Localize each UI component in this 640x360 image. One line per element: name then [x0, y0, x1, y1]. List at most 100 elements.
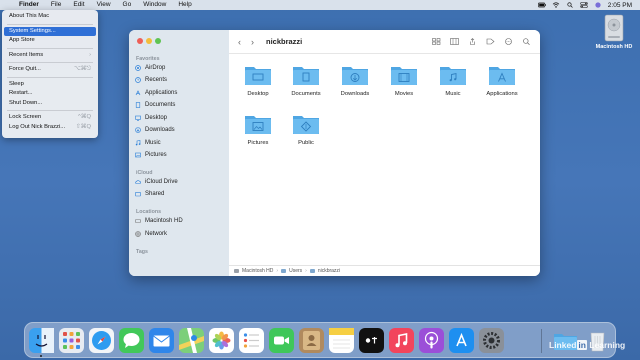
dock-facetime[interactable] — [269, 328, 294, 353]
desktop-macintosh-hd[interactable]: Macintosh HD — [595, 14, 633, 56]
sidebar-item-applications[interactable]: Applications — [135, 88, 177, 98]
icon-view-icon[interactable] — [432, 38, 441, 45]
folder-public[interactable]: Public — [284, 113, 328, 146]
group-by-icon[interactable] — [450, 38, 459, 45]
sidebar-item-airdrop[interactable]: AirDrop — [135, 63, 165, 73]
sidebar-item-pictures[interactable]: Pictures — [135, 150, 167, 160]
sidebar-item-icloud-drive[interactable]: iCloud Drive — [135, 177, 178, 187]
linkedin-learning-watermark: Linked in Learning — [549, 340, 626, 350]
sidebar-item-downloads[interactable]: Downloads — [135, 125, 175, 135]
wifi-icon[interactable] — [552, 2, 560, 8]
dock-launchpad[interactable] — [59, 328, 84, 353]
sidebar-item-recents[interactable]: Recents — [135, 75, 167, 85]
share-icon[interactable] — [468, 38, 477, 45]
menu-lock-screen[interactable]: Lock Screen ^⌘Q — [4, 113, 96, 123]
search-icon[interactable] — [566, 2, 574, 8]
menu-shut-down[interactable]: Shut Down... — [4, 99, 96, 109]
path-users[interactable]: Users — [289, 268, 302, 274]
facetime-icon — [269, 328, 294, 353]
clock-icon — [135, 77, 141, 83]
more-actions-icon[interactable] — [504, 38, 513, 45]
path-macintosh-hd[interactable]: Macintosh HD — [242, 268, 273, 274]
menu-window[interactable]: Window — [137, 0, 172, 10]
dock-maps[interactable] — [179, 328, 204, 353]
menu-bar: Finder File Edit View Go Window Help 2:0… — [0, 0, 640, 10]
dock-system-settings[interactable] — [479, 328, 504, 353]
folder-pictures[interactable]: Pictures — [236, 113, 280, 146]
reminders-icon — [239, 328, 264, 353]
sidebar-item-network[interactable]: Network — [135, 229, 167, 239]
menu-app-store[interactable]: App Store — [4, 36, 96, 46]
menu-help[interactable]: Help — [172, 0, 197, 10]
folder-downloads[interactable]: Downloads — [333, 64, 377, 97]
menu-separator — [7, 76, 93, 78]
sidebar-heading-locations: Locations — [136, 209, 162, 215]
dock-mail[interactable] — [149, 328, 174, 353]
sidebar-item-macintosh-hd[interactable]: Macintosh HD — [135, 216, 183, 226]
window-controls — [137, 38, 161, 44]
sidebar-item-shared[interactable]: Shared — [135, 189, 164, 199]
tag-icon[interactable] — [486, 38, 495, 45]
menu-sleep[interactable]: Sleep — [4, 80, 96, 90]
applications-icon — [135, 90, 141, 96]
sidebar-item-documents[interactable]: Documents — [135, 100, 175, 110]
document-icon — [135, 102, 141, 108]
back-arrow-icon[interactable]: ‹ — [238, 37, 241, 47]
dock-safari[interactable] — [89, 328, 114, 353]
folder-music[interactable]: Music — [431, 64, 475, 97]
disk-label: Macintosh HD — [595, 44, 633, 50]
menu-file[interactable]: File — [45, 0, 67, 10]
dock — [24, 322, 616, 358]
menu-system-settings[interactable]: System Settings... — [4, 26, 96, 36]
shortcut-label: ⇧⌘Q — [75, 123, 91, 130]
shortcut-label: ^⌘Q — [77, 114, 91, 120]
folder-applications[interactable]: Applications — [480, 64, 524, 97]
close-button[interactable] — [137, 38, 143, 44]
menu-force-quit[interactable]: Force Quit... ⌥⌘⎋ — [4, 65, 96, 75]
sidebar-heading-favorites: Favorites — [136, 56, 160, 62]
desktop-icon — [135, 115, 141, 121]
minimize-button[interactable] — [146, 38, 152, 44]
dock-apple-tv[interactable] — [359, 328, 384, 353]
menu-app-name[interactable]: Finder — [13, 0, 45, 10]
menu-recent-items[interactable]: Recent Items › — [4, 51, 96, 61]
dock-app-store[interactable] — [449, 328, 474, 353]
path-nickbrazzi[interactable]: nickbrazzi — [318, 268, 340, 274]
sidebar-heading-tags: Tags — [136, 249, 148, 255]
menu-view[interactable]: View — [91, 0, 117, 10]
contacts-icon — [299, 328, 324, 353]
dock-messages[interactable] — [119, 328, 144, 353]
sidebar-item-desktop[interactable]: Desktop — [135, 113, 167, 123]
dock-finder[interactable] — [29, 328, 54, 353]
menu-go[interactable]: Go — [117, 0, 138, 10]
dock-photos[interactable] — [209, 328, 234, 353]
battery-icon[interactable] — [537, 2, 546, 8]
menu-restart[interactable]: Restart... — [4, 89, 96, 99]
siri-icon[interactable] — [594, 2, 602, 8]
dock-reminders[interactable] — [239, 328, 264, 353]
zoom-button[interactable] — [155, 38, 161, 44]
apple-menu-dropdown: About This Mac System Settings... App St… — [2, 10, 98, 138]
public-folder-icon — [293, 116, 319, 134]
dock-contacts[interactable] — [299, 328, 324, 353]
dock-music[interactable] — [389, 328, 414, 353]
menu-log-out[interactable]: Log Out Nick Brazzi... ⇧⌘Q — [4, 123, 96, 133]
folder-movies[interactable]: Movies — [382, 64, 426, 97]
menu-edit[interactable]: Edit — [67, 0, 90, 10]
finder-content: Desktop Documents Downloads Movies Music… — [229, 54, 540, 265]
menu-clock[interactable]: 2:05 PM — [608, 2, 632, 9]
folder-desktop[interactable]: Desktop — [236, 64, 280, 97]
search-icon[interactable] — [522, 38, 531, 45]
control-center-icon[interactable] — [580, 2, 588, 8]
desktop-folder-icon — [245, 67, 271, 85]
submenu-chevron-icon: › — [89, 51, 91, 58]
pictures-folder-icon — [245, 116, 271, 134]
folder-documents[interactable]: Documents — [284, 64, 328, 97]
dock-notes[interactable] — [329, 328, 354, 353]
podcasts-icon — [419, 328, 444, 353]
dock-podcasts[interactable] — [419, 328, 444, 353]
sidebar-item-music[interactable]: Music — [135, 138, 161, 148]
sidebar-heading-icloud: iCloud — [136, 170, 153, 176]
menu-about-this-mac[interactable]: About This Mac — [4, 12, 96, 22]
forward-arrow-icon[interactable]: › — [251, 37, 254, 47]
